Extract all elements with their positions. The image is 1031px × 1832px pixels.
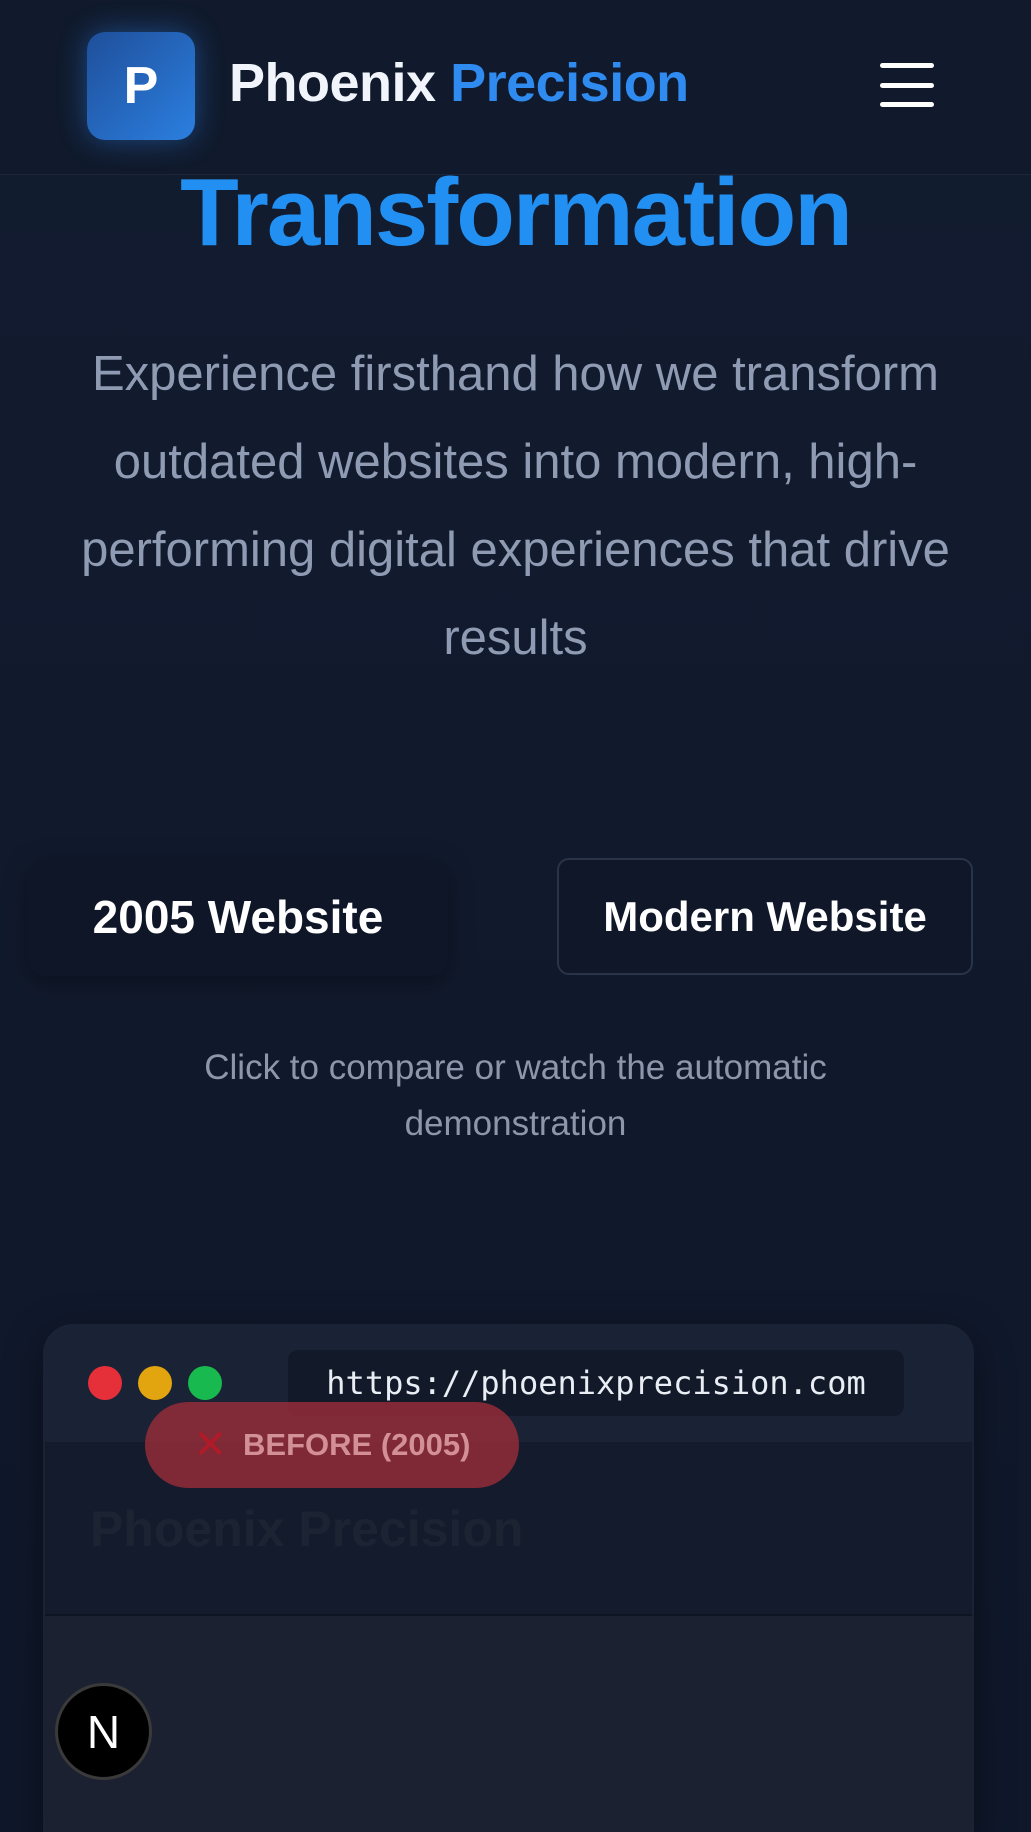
hero-subtitle: Experience firsthand how we transform ou… xyxy=(81,347,950,665)
brand-name[interactable]: Phoenix Precision xyxy=(229,52,689,114)
old-site-title: Phoenix Precision xyxy=(90,1501,524,1557)
close-x-icon: ✕ xyxy=(193,1423,228,1467)
window-maximize-dot-icon xyxy=(188,1366,222,1400)
window-minimize-dot-icon xyxy=(138,1366,172,1400)
brand-name-part1: Phoenix xyxy=(229,53,436,113)
nextjs-dev-badge-icon[interactable]: N xyxy=(55,1683,152,1780)
menu-line xyxy=(880,102,934,107)
toggle-modern-website-button[interactable]: Modern Website xyxy=(557,858,973,975)
comparison-hint: Click to compare or watch the automatic … xyxy=(204,1048,827,1143)
site-header: P Phoenix Precision xyxy=(0,0,1031,175)
logo-icon[interactable]: P xyxy=(87,32,195,140)
logo-letter: P xyxy=(123,57,159,115)
brand-name-part2: Precision xyxy=(450,53,689,113)
hamburger-menu-icon[interactable] xyxy=(880,63,934,107)
window-close-dot-icon xyxy=(88,1366,122,1400)
old-site-body xyxy=(45,1616,972,1832)
menu-line xyxy=(880,63,934,68)
browser-mockup: https://phoenixprecision.com Phoenix Pre… xyxy=(43,1324,974,1832)
before-badge: ✕ BEFORE (2005) xyxy=(145,1402,519,1488)
menu-line xyxy=(880,82,934,88)
next-badge-letter: N xyxy=(86,1705,121,1758)
toggle-2005-website-button[interactable]: 2005 Website xyxy=(28,858,448,976)
before-badge-label: BEFORE (2005) xyxy=(243,1427,471,1462)
